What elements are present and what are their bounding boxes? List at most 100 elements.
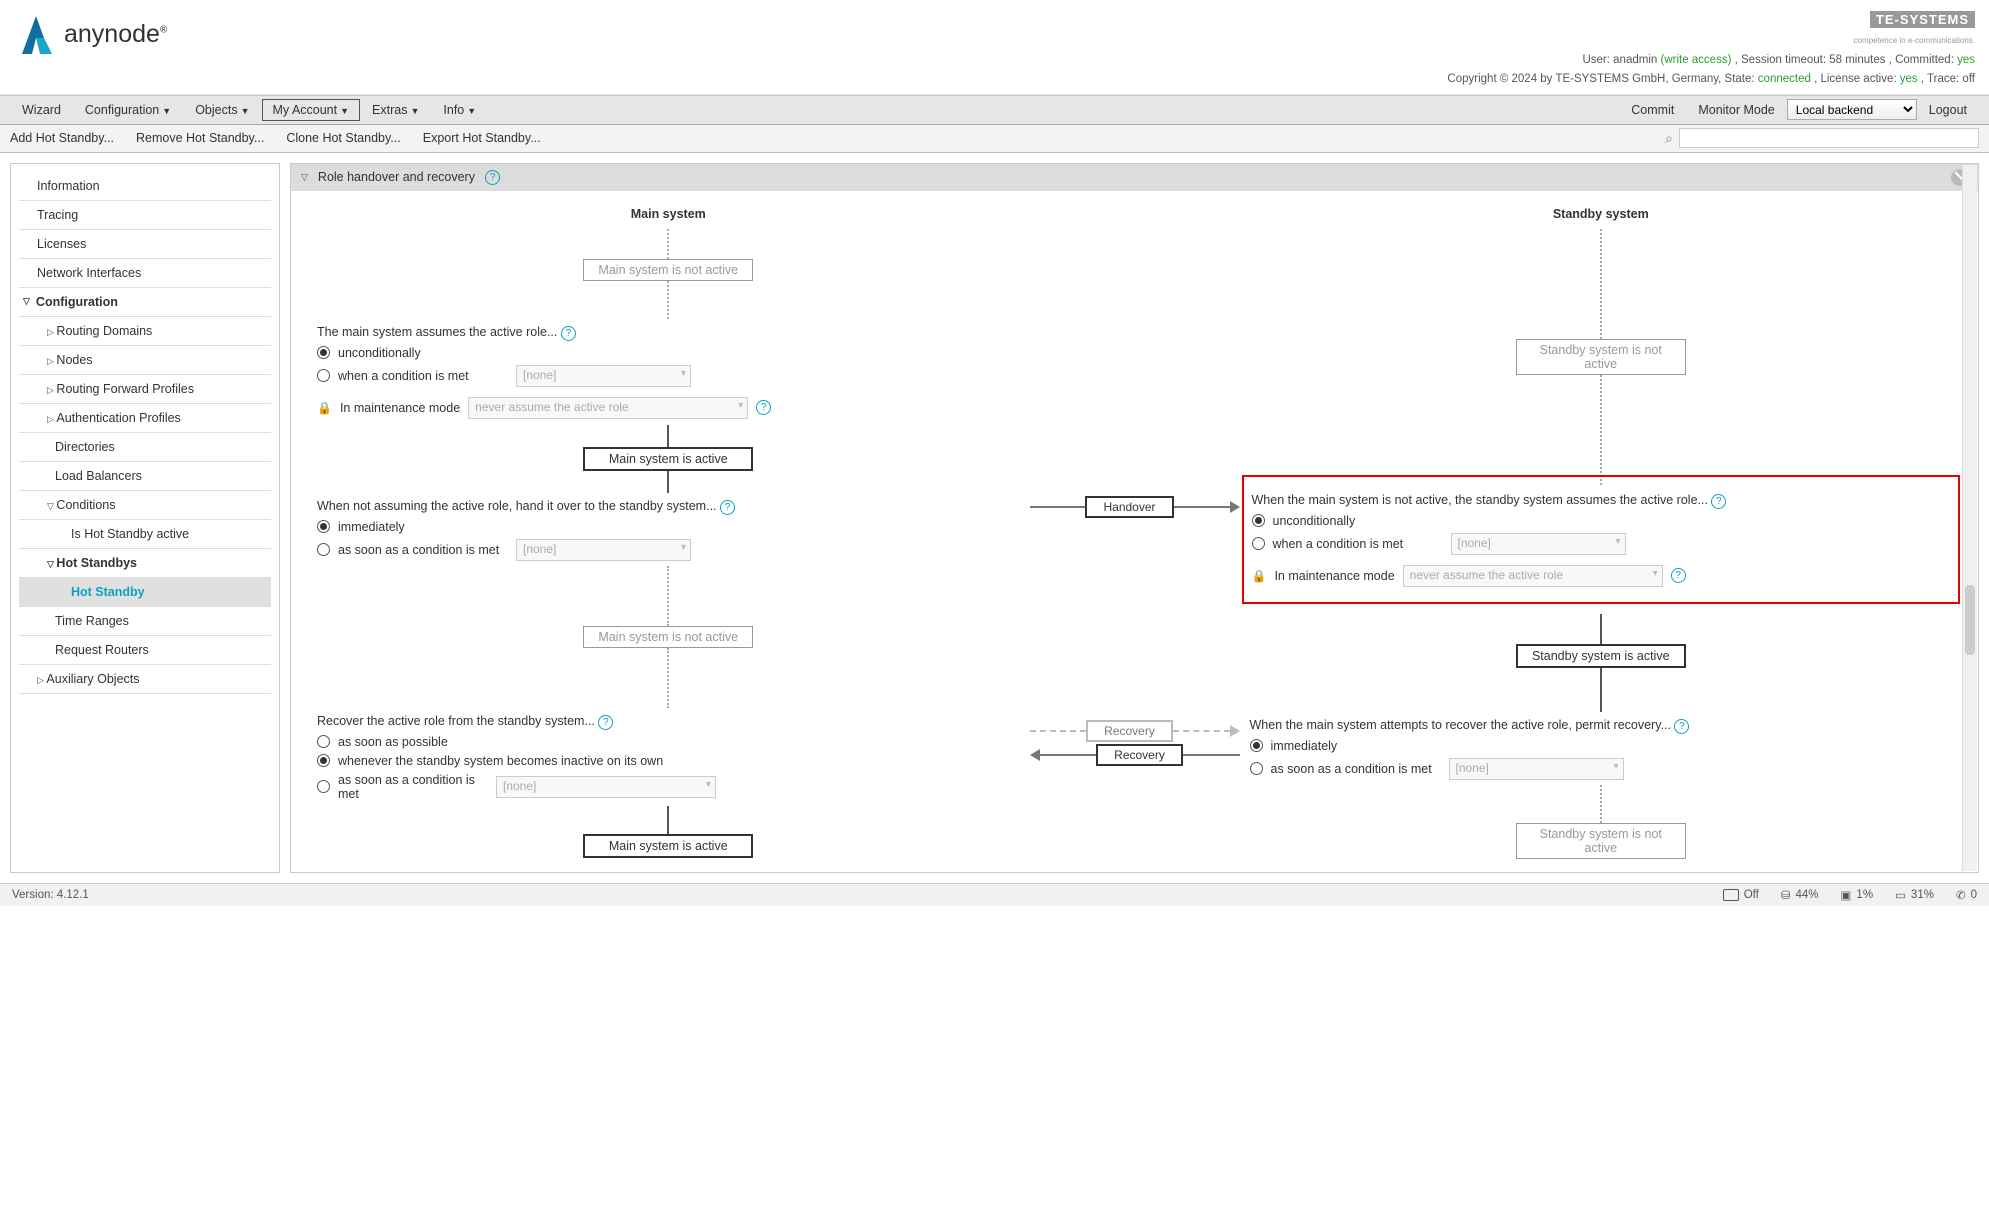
- add-hot-standby[interactable]: Add Hot Standby...: [10, 131, 114, 145]
- battery-icon: [1723, 889, 1739, 901]
- sidebar-hot-standbys[interactable]: ▽ Hot Standbys: [19, 549, 271, 578]
- radio-asap[interactable]: [317, 735, 330, 748]
- scrollbar[interactable]: [1962, 165, 1977, 871]
- standby-system-column: Standby system Standby system is not act…: [1250, 207, 1953, 859]
- main-assume-question: The main system assumes the active role.…: [317, 325, 1020, 341]
- condition-select[interactable]: [none]: [1449, 758, 1624, 780]
- help-icon[interactable]: ?: [1671, 568, 1686, 583]
- radio-when-condition[interactable]: [317, 369, 330, 382]
- search-icon: ⌕: [1665, 130, 1673, 147]
- help-icon[interactable]: ?: [1674, 719, 1689, 734]
- main-recover-question: Recover the active role from the standby…: [317, 714, 1020, 730]
- power-stat: Off: [1723, 889, 1759, 901]
- chevron-down-icon: ▽: [23, 296, 30, 307]
- footer: Version: 4.12.1 Off ⛁44% ▣1% ▭31% ✆0: [0, 883, 1989, 906]
- main-system-title: Main system: [317, 207, 1020, 221]
- version-value: 4.12.1: [57, 889, 89, 901]
- disk-stat: ⛁44%: [1781, 888, 1819, 902]
- logout-button[interactable]: Logout: [1917, 98, 1979, 122]
- sidebar-routing-forward-profiles[interactable]: ▷ Routing Forward Profiles: [19, 375, 271, 404]
- sidebar-request-routers[interactable]: Request Routers: [19, 636, 271, 665]
- radio-asap-condition[interactable]: [317, 543, 330, 556]
- condition-select[interactable]: [none]: [1451, 533, 1626, 555]
- main-system-column: Main system Main system is not active Th…: [317, 207, 1020, 859]
- sidebar-is-hot-standby-active[interactable]: Is Hot Standby active: [19, 520, 271, 549]
- export-hot-standby[interactable]: Export Hot Standby...: [423, 131, 541, 145]
- condition-select[interactable]: [none]: [496, 776, 716, 798]
- menu-my-account[interactable]: My Account▼: [262, 99, 361, 121]
- menu-objects[interactable]: Objects▼: [183, 98, 261, 122]
- sidebar-load-balancers[interactable]: Load Balancers: [19, 462, 271, 491]
- brand-name: anynode®: [64, 20, 167, 49]
- scrollbar-thumb[interactable]: [1965, 585, 1975, 655]
- te-systems-logo: TE-SYSTEMS competence in e-communication…: [1854, 10, 1975, 49]
- menu-wizard[interactable]: Wizard: [10, 98, 73, 122]
- menu-info[interactable]: Info▼: [431, 98, 488, 122]
- chevron-right-icon: ▷: [47, 327, 56, 337]
- help-icon[interactable]: ?: [485, 170, 500, 185]
- sidebar-directories[interactable]: Directories: [19, 433, 271, 462]
- chevron-down-icon: ▽: [47, 559, 56, 569]
- sidebar-time-ranges[interactable]: Time Ranges: [19, 607, 271, 636]
- maintenance-select[interactable]: never assume the active role: [468, 397, 748, 419]
- menu-extras[interactable]: Extras▼: [360, 98, 431, 122]
- help-icon[interactable]: ?: [598, 715, 613, 730]
- maintenance-select[interactable]: never assume the active role: [1403, 565, 1663, 587]
- radio-asap-condition-2[interactable]: [317, 780, 330, 793]
- brand-logo: anynode®: [14, 10, 167, 58]
- radio-unconditionally[interactable]: [317, 346, 330, 359]
- calls-stat: ✆0: [1956, 888, 1977, 902]
- sidebar-nodes[interactable]: ▷ Nodes: [19, 346, 271, 375]
- main-menubar: Wizard Configuration▼ Objects▼ My Accoun…: [0, 95, 1989, 125]
- clone-hot-standby[interactable]: Clone Hot Standby...: [286, 131, 400, 145]
- sidebar-authentication-profiles[interactable]: ▷ Authentication Profiles: [19, 404, 271, 433]
- workspace: Information Tracing Licenses Network Int…: [0, 153, 1989, 883]
- main-not-active-box: Main system is not active: [583, 259, 753, 281]
- radio-permit-immediately[interactable]: [1250, 739, 1263, 752]
- sidebar: Information Tracing Licenses Network Int…: [10, 163, 280, 873]
- condition-select[interactable]: [none]: [516, 365, 691, 387]
- sidebar-routing-domains[interactable]: ▷ Routing Domains: [19, 317, 271, 346]
- backend-select[interactable]: Local backend: [1787, 99, 1917, 120]
- chevron-right-icon: ▷: [47, 356, 56, 366]
- sidebar-conditions[interactable]: ▽ Conditions: [19, 491, 271, 520]
- panel-title: Role handover and recovery: [318, 170, 475, 184]
- help-icon[interactable]: ?: [561, 326, 576, 341]
- search-input[interactable]: [1679, 128, 1979, 148]
- sidebar-configuration-group[interactable]: ▽Configuration: [19, 288, 271, 317]
- radio-whenever-inactive[interactable]: [317, 754, 330, 767]
- menu-configuration[interactable]: Configuration▼: [73, 98, 183, 122]
- chevron-down-icon: ▽: [47, 501, 56, 511]
- radio-immediately[interactable]: [317, 520, 330, 533]
- sidebar-information[interactable]: Information: [19, 172, 271, 201]
- main-active-box-2: Main system is active: [583, 834, 753, 858]
- version-label: Version:: [12, 889, 54, 901]
- monitor-mode-button[interactable]: Monitor Mode: [1686, 98, 1786, 122]
- sidebar-network-interfaces[interactable]: Network Interfaces: [19, 259, 271, 288]
- radio-standby-when-condition[interactable]: [1252, 537, 1265, 550]
- remove-hot-standby[interactable]: Remove Hot Standby...: [136, 131, 264, 145]
- sidebar-tracing[interactable]: Tracing: [19, 201, 271, 230]
- commit-button[interactable]: Commit: [1619, 98, 1686, 122]
- help-icon[interactable]: ?: [756, 400, 771, 415]
- chevron-right-icon: ▷: [47, 414, 56, 424]
- help-icon[interactable]: ?: [720, 500, 735, 515]
- chevron-right-icon: ▷: [37, 675, 46, 685]
- panel-header: ▽ Role handover and recovery ?: [291, 164, 1978, 191]
- condition-select[interactable]: [none]: [516, 539, 691, 561]
- cpu-icon: ▣: [1841, 888, 1852, 902]
- collapse-icon[interactable]: ▽: [301, 172, 308, 183]
- help-icon[interactable]: ?: [1711, 494, 1726, 509]
- sidebar-licenses[interactable]: Licenses: [19, 230, 271, 259]
- header-status: TE-SYSTEMS competence in e-communication…: [1447, 10, 1975, 88]
- toolbar: Add Hot Standby... Remove Hot Standby...…: [0, 125, 1989, 153]
- radio-standby-unconditionally[interactable]: [1252, 514, 1265, 527]
- phone-icon: ✆: [1956, 888, 1966, 902]
- chevron-right-icon: ▷: [47, 385, 56, 395]
- main-handover-question: When not assuming the active role, hand …: [317, 499, 1020, 515]
- sidebar-auxiliary-objects[interactable]: ▷ Auxiliary Objects: [19, 665, 271, 694]
- radio-permit-asap-condition[interactable]: [1250, 762, 1263, 775]
- standby-system-title: Standby system: [1250, 207, 1953, 221]
- sidebar-hot-standby[interactable]: Hot Standby: [19, 578, 271, 607]
- standby-permit-question: When the main system attempts to recover…: [1250, 718, 1953, 734]
